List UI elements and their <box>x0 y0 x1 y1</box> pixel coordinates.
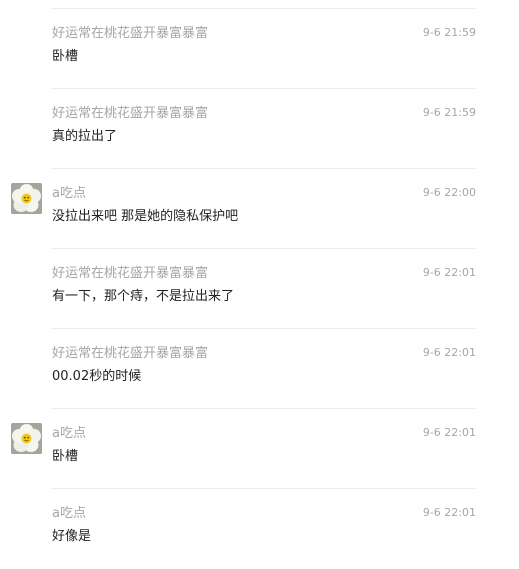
comment-item: a吃点 9-6 22:01 卧槽 <box>0 409 519 489</box>
comment-username[interactable]: a吃点 <box>52 505 212 523</box>
comment-username[interactable]: 好运常在桃花盛开暴富暴富 <box>52 105 212 123</box>
comment-item: a吃点 9-6 22:01 好像是 <box>0 489 519 569</box>
comment-timestamp: 9-6 22:01 <box>422 506 476 519</box>
comment-username[interactable]: 好运常在桃花盛开暴富暴富 <box>52 345 212 363</box>
comment-item: 好运常在桃花盛开暴富暴富 9-6 21:59 真的拉出了 <box>0 89 519 169</box>
white-flower-avatar-icon[interactable] <box>11 423 42 454</box>
comment-text: 卧槽 <box>52 49 79 64</box>
comment-item: 好运常在桃花盛开暴富暴富 9-6 21:59 卧槽 <box>0 9 519 89</box>
comment-item: 好运常在桃花盛开暴富暴富 9-6 22:01 有一下，那个痔，不是拉出来了 <box>0 249 519 329</box>
comment-username[interactable]: a吃点 <box>52 185 212 203</box>
comment-username[interactable]: 好运常在桃花盛开暴富暴富 <box>52 265 212 283</box>
comment-text: 00.02秒的时候 <box>52 369 142 384</box>
comment-timestamp: 9-6 21:59 <box>422 26 476 39</box>
comment-text: 好像是 <box>52 529 92 544</box>
comment-timestamp: 9-6 22:01 <box>422 266 476 279</box>
comment-item: a吃点 9-6 22:00 没拉出来吧 那是她的隐私保护吧 <box>0 169 519 249</box>
comment-timestamp: 9-6 22:01 <box>422 346 476 359</box>
comment-list: 好运常在桃花盛开暴富暴富 9-6 21:59 卧槽 好运常在桃花盛开暴富暴富 9… <box>0 0 519 559</box>
comment-item: 好运常在桃花盛开暴富暴富 9-6 22:01 00.02秒的时候 <box>0 329 519 409</box>
comment-username[interactable]: 好运常在桃花盛开暴富暴富 <box>52 25 212 43</box>
white-flower-avatar-icon[interactable] <box>11 183 42 214</box>
comment-timestamp: 9-6 22:01 <box>422 426 476 439</box>
comment-text: 没拉出来吧 那是她的隐私保护吧 <box>52 209 239 224</box>
comment-timestamp: 9-6 21:59 <box>422 106 476 119</box>
comment-text: 真的拉出了 <box>52 129 118 144</box>
comment-username[interactable]: a吃点 <box>52 425 212 443</box>
comment-text: 卧槽 <box>52 449 79 464</box>
comment-text: 有一下，那个痔，不是拉出来了 <box>52 289 235 304</box>
comment-timestamp: 9-6 22:00 <box>422 186 476 199</box>
